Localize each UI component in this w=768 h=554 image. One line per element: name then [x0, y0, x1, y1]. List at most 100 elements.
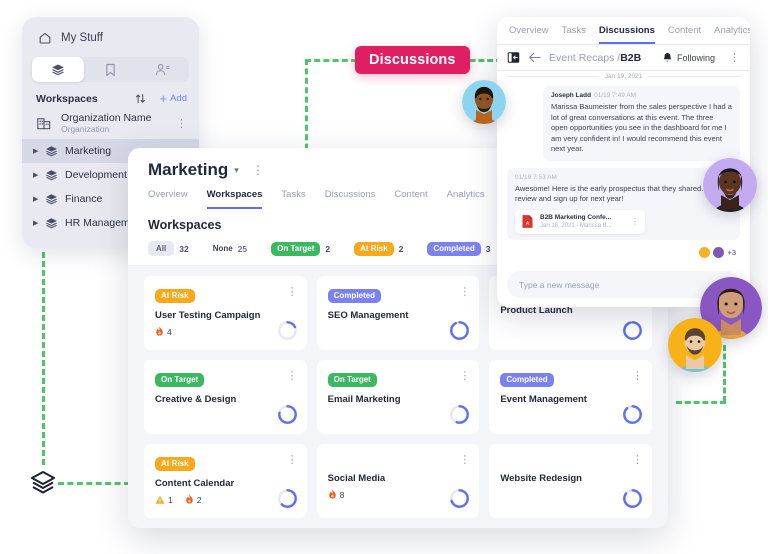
- card-kebab-icon[interactable]: ⋮: [287, 453, 298, 466]
- card-title: SEO Management: [328, 310, 469, 321]
- filter-none-label: None: [213, 244, 233, 253]
- message-reactions: +3: [507, 247, 740, 258]
- dw-tab-analytics[interactable]: Analytics: [714, 25, 750, 44]
- tab-analytics[interactable]: Analytics: [447, 189, 485, 209]
- workspace-card[interactable]: Completed ⋮ SEO Management: [317, 276, 480, 350]
- tab-workspaces[interactable]: Workspaces: [207, 189, 263, 209]
- workspace-card[interactable]: At Risk⋮Content Calendar12: [144, 444, 307, 518]
- progress-ring: [277, 320, 298, 341]
- reactions-overflow-label: +3: [727, 248, 736, 257]
- tab-discussions[interactable]: Discussions: [325, 189, 376, 209]
- filter-completed[interactable]: Completed 3: [427, 242, 490, 256]
- card-kebab-icon[interactable]: ⋮: [287, 285, 298, 298]
- filter-none[interactable]: None 25: [213, 244, 247, 254]
- sidebar-item-label: Finance: [65, 193, 102, 205]
- back-arrow-icon[interactable]: [528, 52, 541, 63]
- attachment-subtitle: Jan 18, 2021 - Marissa B...: [540, 222, 612, 230]
- workspace-card[interactable]: ⋮Social Media8: [317, 444, 480, 518]
- tab-tasks[interactable]: Tasks: [281, 189, 305, 209]
- chevron-right-icon: ▶: [33, 219, 38, 227]
- workspace-card[interactable]: At Risk ⋮ User Testing Campaign 4: [144, 276, 307, 350]
- date-divider: Jan 19, 2021: [507, 73, 740, 80]
- pdf-file-icon: A: [521, 214, 534, 229]
- card-meta: 1: [155, 495, 173, 505]
- sidebar-org-subtitle: Organization: [61, 124, 151, 134]
- progress-ring: [622, 404, 643, 425]
- status-badge: Completed: [328, 289, 381, 303]
- sidebar-tab-people[interactable]: [137, 57, 189, 82]
- workspace-card[interactable]: On Target⋮Creative & Design: [144, 360, 307, 434]
- tab-overview[interactable]: Overview: [148, 189, 188, 209]
- workspace-card[interactable]: On Target⋮Email Marketing: [317, 360, 480, 434]
- avatar-joseph-ladd[interactable]: [462, 80, 506, 124]
- discussions-header: Event Recaps /B2B Following ⋮: [497, 45, 750, 70]
- filter-on-target[interactable]: On Target 2: [271, 242, 330, 256]
- status-badge: On Target: [155, 373, 204, 387]
- filter-all[interactable]: All 32: [148, 241, 189, 256]
- connector-right-vertical: [723, 345, 726, 402]
- message-meta: 01/19 7:53 AM: [515, 174, 732, 181]
- chevron-down-icon[interactable]: ▾: [234, 165, 239, 176]
- message-meta: Joseph Ladd01/19 7:49 AM: [551, 92, 732, 99]
- sidebar-workspaces-title: Workspaces: [36, 93, 128, 105]
- marketing-kebab-icon[interactable]: ⋮: [252, 163, 264, 177]
- organization-building-icon: [36, 115, 52, 131]
- filter-at-risk[interactable]: At Risk 2: [354, 242, 403, 256]
- card-meta-value: 8: [340, 490, 345, 500]
- avatar-man-amber[interactable]: [668, 318, 722, 372]
- dw-tab-content[interactable]: Content: [668, 25, 701, 44]
- card-kebab-icon[interactable]: ⋮: [459, 453, 470, 466]
- message-attachment[interactable]: A B2B Marketing Confe... Jan 18, 2021 - …: [515, 210, 645, 234]
- tab-content[interactable]: Content: [394, 189, 427, 209]
- filter-on-target-count: 2: [325, 244, 330, 254]
- filter-completed-label: Completed: [427, 242, 480, 256]
- reaction-avatar[interactable]: [713, 247, 724, 258]
- layers-icon: [51, 63, 65, 76]
- card-title: Website Redesign: [500, 473, 641, 484]
- card-kebab-icon[interactable]: ⋮: [459, 369, 470, 382]
- plus-icon: +: [160, 92, 168, 105]
- workspace-card[interactable]: Completed⋮Event Management: [489, 360, 652, 434]
- chevron-right-icon: ▶: [33, 195, 38, 203]
- status-badge: At Risk: [155, 289, 195, 303]
- card-title: Email Marketing: [328, 394, 469, 405]
- reaction-avatar[interactable]: [699, 247, 710, 258]
- card-kebab-icon[interactable]: ⋮: [632, 453, 643, 466]
- sidebar-org-kebab-icon[interactable]: ⋮: [176, 117, 187, 130]
- sidebar-org-name: Organization Name: [61, 112, 151, 124]
- filter-none-count: 25: [238, 244, 247, 254]
- card-meta-value: 4: [167, 327, 172, 337]
- sidebar-tab-bookmarks[interactable]: [84, 57, 136, 82]
- card-kebab-icon[interactable]: ⋮: [632, 369, 643, 382]
- sort-arrows-icon[interactable]: [134, 92, 147, 105]
- dw-tab-tasks[interactable]: Tasks: [562, 25, 586, 44]
- progress-ring: [449, 320, 470, 341]
- card-meta-row: 8: [328, 489, 469, 500]
- workspace-card[interactable]: ⋮ Website Redesign: [489, 444, 652, 518]
- dw-tab-discussions[interactable]: Discussions: [599, 25, 655, 44]
- breadcrumb[interactable]: Event Recaps /B2B: [549, 52, 641, 64]
- sidebar-organization-row[interactable]: Organization Name Organization ⋮: [22, 105, 199, 139]
- discussions-kebab-icon[interactable]: ⋮: [729, 51, 740, 64]
- card-title: User Testing Campaign: [155, 310, 296, 321]
- avatar-woman-purple[interactable]: [703, 158, 757, 212]
- message-time: 01/19 7:49 AM: [594, 92, 636, 99]
- filter-all-label: All: [148, 241, 174, 256]
- attachment-kebab-icon[interactable]: ⋮: [631, 217, 639, 226]
- warning-icon: [155, 495, 165, 505]
- filter-all-count: 32: [179, 244, 188, 254]
- sidebar-my-stuff[interactable]: My Stuff: [22, 17, 199, 45]
- dw-tab-overview[interactable]: Overview: [509, 25, 549, 44]
- compose-placeholder: Type a new message: [519, 280, 599, 290]
- following-button[interactable]: Following: [662, 52, 715, 64]
- sidebar-my-stuff-label: My Stuff: [61, 32, 103, 44]
- card-kebab-icon[interactable]: ⋮: [459, 285, 470, 298]
- discussions-callout-badge: Discussions: [355, 46, 470, 74]
- following-label: Following: [677, 53, 715, 63]
- card-title: Content Calendar: [155, 478, 296, 489]
- progress-ring: [277, 488, 298, 509]
- sidebar-toggle-icon[interactable]: [507, 51, 520, 64]
- sidebar-add-workspace-button[interactable]: + Add: [160, 92, 188, 105]
- sidebar-tab-workspaces[interactable]: [32, 57, 84, 82]
- card-kebab-icon[interactable]: ⋮: [287, 369, 298, 382]
